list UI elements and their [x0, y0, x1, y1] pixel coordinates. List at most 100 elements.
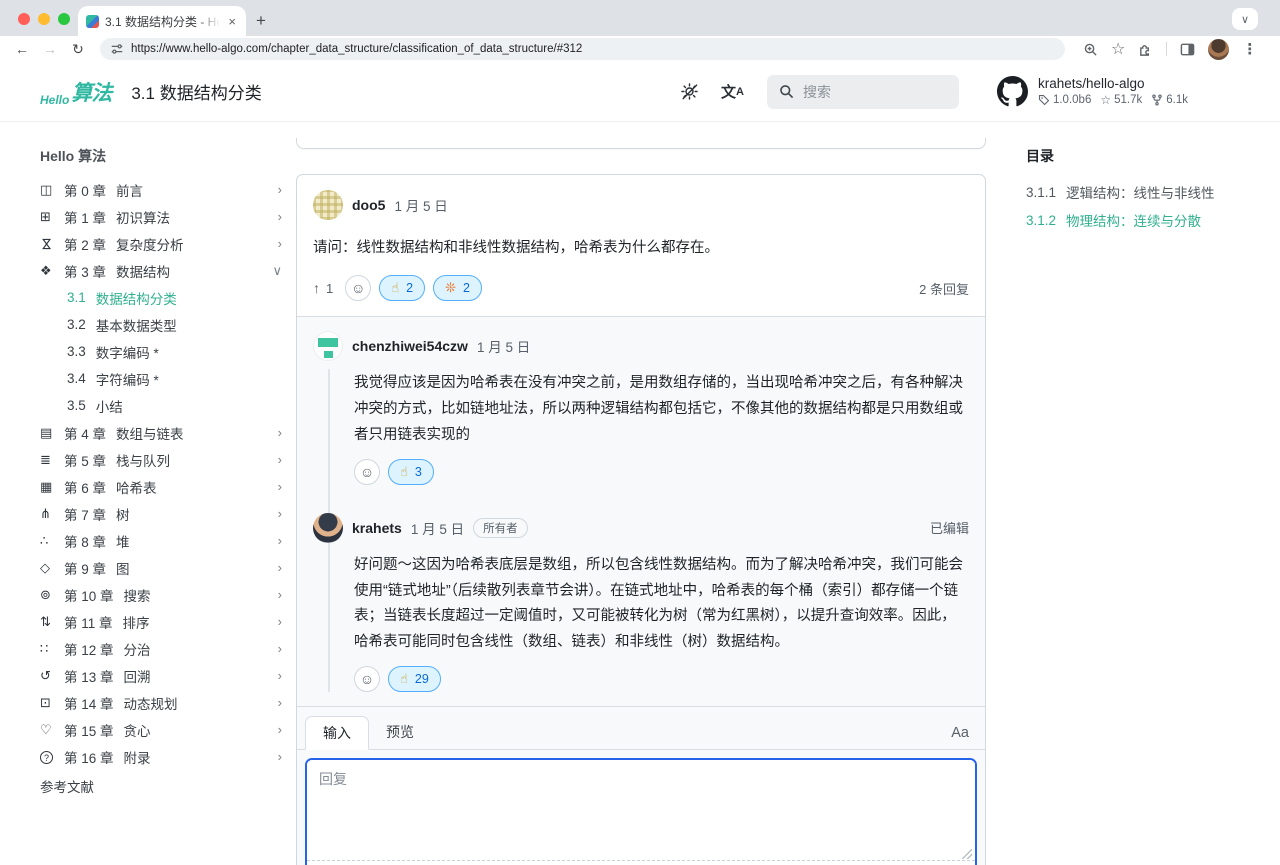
window-zoom-button[interactable] [58, 13, 70, 25]
sidebar-item-hourglass[interactable]: ⋈第 2 章复杂度分析› [40, 230, 288, 257]
section-label: 数字编码 * [96, 342, 159, 362]
chevron-right-icon[interactable]: › [278, 452, 288, 467]
comment-header: doo5 1 月 5 日 [297, 175, 985, 220]
side-panel-icon[interactable] [1180, 42, 1195, 57]
chevron-right-icon[interactable]: › [278, 506, 288, 521]
add-reaction-button[interactable]: ☺ [345, 275, 371, 301]
site-logo[interactable]: Hello 算法 [40, 77, 111, 107]
chevron-right-icon[interactable]: › [278, 695, 288, 710]
avatar[interactable] [313, 513, 343, 543]
sidebar-item-tree[interactable]: ⋔第 7 章树› [40, 500, 288, 527]
chevron-right-icon[interactable]: › [278, 722, 288, 737]
new-tab-button[interactable]: + [256, 11, 266, 31]
tab-preview[interactable]: 预览 [369, 715, 431, 749]
replies-count: 2 条回复 [919, 279, 969, 298]
reply-date[interactable]: 1 月 5 日 [477, 336, 530, 356]
add-reaction-button[interactable]: ☺ [354, 666, 380, 692]
repo-link[interactable]: krahets/hello-algo 1.0.0b6 ☆ 51.7k 6.1k [997, 76, 1188, 107]
sidebar-subitem-3.4[interactable]: 3.4字符编码 * [40, 365, 288, 392]
chapter-label: 栈与队列 [116, 450, 278, 470]
reply-actions: ☺ ☝29 [313, 656, 969, 700]
reaction-pill-thumbs-up[interactable]: ☝29 [388, 666, 441, 692]
sidebar-item-search-chapter[interactable]: ⊚第 10 章搜索› [40, 581, 288, 608]
sidebar-item-references[interactable]: 参考文献 [40, 772, 288, 799]
chevron-right-icon[interactable]: › [278, 668, 288, 683]
extensions-puzzle-icon[interactable] [1138, 42, 1153, 57]
avatar[interactable] [313, 331, 343, 361]
reply-textarea[interactable] [307, 760, 975, 860]
chapter-label: 前言 [116, 180, 278, 200]
reply-header: chenzhiwei54czw 1 月 5 日 [313, 331, 969, 361]
search-input[interactable]: 搜索 [767, 75, 959, 109]
reply-body: 我觉得应该是因为哈希表在没有冲突之前，是用数组存储的，当出现哈希冲突之后，有各种… [313, 361, 969, 448]
chevron-right-icon[interactable]: › [278, 533, 288, 548]
chevron-right-icon[interactable]: › [278, 614, 288, 629]
theme-toggle-icon[interactable] [680, 82, 699, 101]
comment-date[interactable]: 1 月 5 日 [394, 195, 447, 215]
reply-author[interactable]: krahets [352, 520, 402, 536]
nodes-icon-glyph: ❖ [40, 263, 52, 278]
sidebar-item-dp[interactable]: ⊡第 14 章动态规划› [40, 689, 288, 716]
reaction-pill-thumbs-up[interactable]: ☝2 [379, 275, 425, 301]
reply-author[interactable]: chenzhiwei54czw [352, 338, 468, 354]
sidebar-item-sort[interactable]: ⇅第 11 章排序› [40, 608, 288, 635]
sidebar-item-question[interactable]: ?第 16 章附录› [40, 743, 288, 770]
url-text: https://www.hello-algo.com/chapter_data_… [131, 43, 582, 55]
resize-grip[interactable] [962, 849, 972, 859]
translate-icon[interactable]: 文A [721, 81, 744, 102]
reaction-pill-party-popper[interactable]: ❊2 [433, 275, 482, 301]
sidebar-subitem-3.2[interactable]: 3.2基本数据类型 [40, 311, 288, 338]
chevron-right-icon[interactable]: › [278, 236, 288, 251]
page-zoom-icon[interactable] [1083, 42, 1098, 57]
browser-tab[interactable]: 3.1 数据结构分类 - Hello 算法 × [78, 6, 246, 36]
sidebar-item-stack[interactable]: ≣第 5 章栈与队列› [40, 446, 288, 473]
toc-item-3.1.2[interactable]: 3.1.2物理结构：连续与分散 [1026, 206, 1276, 234]
text-format-button[interactable]: Aa [951, 725, 969, 749]
sidebar-item-divide[interactable]: ∷第 12 章分治› [40, 635, 288, 662]
chevron-right-icon[interactable]: › [278, 182, 288, 197]
calculator-icon: ⊞ [40, 209, 64, 225]
chevron-right-icon[interactable]: › [278, 560, 288, 575]
window-close-button[interactable] [18, 13, 30, 25]
toc-item-3.1.1[interactable]: 3.1.1逻辑结构：线性与非线性 [1026, 178, 1276, 206]
site-settings-icon[interactable] [110, 42, 124, 56]
chevron-down-icon[interactable]: ∨ [272, 263, 288, 279]
comment-author[interactable]: doo5 [352, 197, 385, 213]
back-button[interactable]: ← [10, 41, 34, 57]
profile-avatar[interactable] [1208, 39, 1229, 60]
tab-close-icon[interactable]: × [226, 14, 238, 29]
chevron-right-icon[interactable]: › [278, 641, 288, 656]
site-header: Hello 算法 3.1 数据结构分类 文A 搜索 krahets/hello-… [0, 62, 1280, 122]
thumbs-up-emoji: ☝ [391, 280, 399, 296]
sidebar-item-greedy[interactable]: ♡第 15 章贪心› [40, 716, 288, 743]
chevron-right-icon[interactable]: › [278, 425, 288, 440]
avatar[interactable] [313, 190, 343, 220]
chevron-right-icon[interactable]: › [278, 209, 288, 224]
forward-button[interactable]: → [38, 41, 62, 57]
sidebar-item-backtrack[interactable]: ↺第 13 章回溯› [40, 662, 288, 689]
reply-date[interactable]: 1 月 5 日 [411, 518, 464, 538]
sidebar-item-calculator[interactable]: ⊞第 1 章初识算法› [40, 203, 288, 230]
chevron-right-icon[interactable]: › [278, 587, 288, 602]
sidebar-subitem-3.1[interactable]: 3.1数据结构分类 [40, 284, 288, 311]
tab-write[interactable]: 输入 [305, 716, 369, 750]
tab-strip-chevron-icon[interactable]: ∨ [1232, 8, 1258, 30]
chevron-right-icon[interactable]: › [278, 479, 288, 494]
upvote-button[interactable]: ↑ 1 [313, 280, 333, 296]
add-reaction-button[interactable]: ☺ [354, 459, 380, 485]
window-minimize-button[interactable] [38, 13, 50, 25]
sidebar-item-heap[interactable]: ∴第 8 章堆› [40, 527, 288, 554]
reload-button[interactable]: ↻ [66, 41, 90, 58]
sidebar-subitem-3.5[interactable]: 3.5小结 [40, 392, 288, 419]
sidebar-item-book[interactable]: ◫第 0 章前言› [40, 176, 288, 203]
chevron-right-icon[interactable]: › [278, 749, 288, 764]
bookmark-star-icon[interactable]: ☆ [1111, 39, 1125, 59]
sidebar-subitem-3.3[interactable]: 3.3数字编码 * [40, 338, 288, 365]
browser-menu-icon[interactable]: ⋮ [1242, 40, 1257, 58]
sidebar-item-graph[interactable]: ◇第 9 章图› [40, 554, 288, 581]
sidebar-item-hash-table[interactable]: ▦第 6 章哈希表› [40, 473, 288, 500]
reaction-pill-thumbs-up[interactable]: ☝3 [388, 459, 434, 485]
address-bar[interactable]: https://www.hello-algo.com/chapter_data_… [100, 38, 1065, 60]
sidebar-item-nodes[interactable]: ❖第 3 章数据结构∨ [40, 257, 288, 284]
sidebar-item-array[interactable]: ▤第 4 章数组与链表› [40, 419, 288, 446]
